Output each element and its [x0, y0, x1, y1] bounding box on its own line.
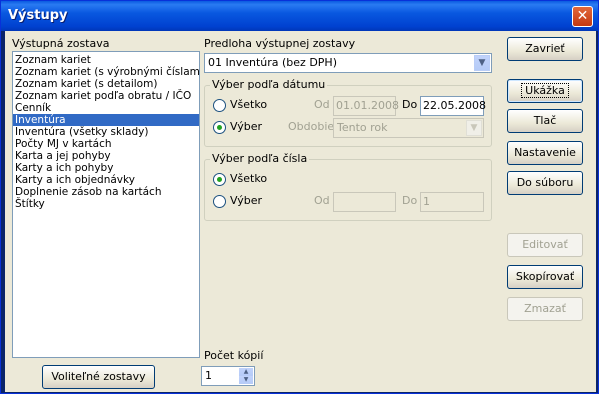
period-label: Obdobie [288, 120, 335, 133]
list-item[interactable]: Zoznam kariet (s detailom) [13, 78, 199, 90]
list-item[interactable]: Zoznam kariet [13, 54, 199, 66]
list-item[interactable]: Zoznam kariet (s výrobnými číslami) [13, 66, 199, 78]
list-item[interactable]: Karta a jej pohyby [13, 150, 199, 162]
date-from-input[interactable]: 01.01.2008 [333, 96, 399, 116]
title-bar[interactable]: Výstupy ✕ [1, 1, 598, 31]
list-item[interactable]: Karty a ich pohyby [13, 162, 199, 174]
number-to-input[interactable]: 1 [420, 192, 484, 212]
number-filter-title: Výber podľa čísla [210, 152, 310, 165]
date-filter-title: Výber podľa dátumu [210, 78, 328, 91]
list-item[interactable]: Štítky [13, 198, 199, 210]
number-select-radio[interactable] [213, 195, 226, 208]
report-list-label: Výstupná zostava [12, 37, 110, 50]
number-select-label: Výber [230, 194, 263, 207]
number-from-input[interactable] [333, 192, 396, 212]
template-select[interactable]: 01 Inventúra (bez DPH) ▼ [204, 53, 492, 73]
template-value: 01 Inventúra (bez DPH) [208, 56, 337, 69]
close-button[interactable]: Zavrieť [507, 37, 583, 61]
list-item[interactable]: Doplnenie zásob na kartách [13, 186, 199, 198]
edit-button[interactable]: Editovať [507, 233, 583, 257]
date-to-label: Do [402, 98, 418, 111]
template-label: Predloha výstupnej zostavy [204, 37, 356, 50]
delete-button[interactable]: Zmazať [507, 297, 583, 321]
number-from-label: Od [314, 194, 330, 207]
chevron-down-icon[interactable]: ▼ [474, 55, 490, 71]
spin-up-icon[interactable]: ▲ [239, 368, 253, 376]
settings-button[interactable]: Nastavenie [507, 141, 583, 165]
number-all-radio[interactable] [213, 173, 226, 186]
list-item[interactable]: Karty a ich objednávky [13, 174, 199, 186]
to-file-button[interactable]: Do súboru [507, 171, 583, 195]
list-item[interactable]: Inventúra (všetky sklady) [13, 126, 199, 138]
date-to-input[interactable]: 22.05.2008 [420, 96, 486, 116]
copies-stepper[interactable]: 1 ▲ ▼ [201, 366, 255, 386]
copies-value: 1 [205, 369, 212, 382]
copies-label: Počet kópií [204, 349, 264, 362]
dialog-body: Výstupná zostava Zoznam kariet Zoznam kar… [5, 31, 596, 392]
date-select-radio[interactable] [213, 121, 226, 134]
window-title: Výstupy [8, 8, 68, 23]
report-list[interactable]: Zoznam kariet Zoznam kariet (s výrobnými … [12, 51, 200, 358]
period-value: Tento rok [337, 121, 388, 134]
preview-button[interactable]: Ukážka [507, 79, 583, 103]
list-item[interactable]: Zoznam kariet podľa obratu / IČO [13, 90, 199, 102]
date-all-label: Všetko [230, 98, 268, 111]
date-from-label: Od [314, 98, 330, 111]
print-button[interactable]: Tlač [507, 109, 583, 133]
copy-button[interactable]: Skopírovať [507, 265, 583, 289]
optional-reports-button[interactable]: Voliteľné zostavy [42, 365, 155, 389]
number-to-label: Do [402, 194, 418, 207]
chevron-down-icon: ▼ [466, 120, 482, 136]
number-all-label: Všetko [230, 172, 268, 185]
close-window-button[interactable]: ✕ [572, 6, 593, 27]
spin-down-icon[interactable]: ▼ [239, 376, 253, 384]
date-all-radio[interactable] [213, 99, 226, 112]
date-select-label: Výber [230, 120, 263, 133]
list-item[interactable]: Cenník [13, 102, 199, 114]
list-item[interactable]: Inventúra [13, 114, 199, 126]
list-item[interactable]: Počty MJ v kartách [13, 138, 199, 150]
dialog-window: Výstupy ✕ Výstupná zostava Zoznam kariet… [0, 0, 599, 394]
period-select[interactable]: Tento rok ▼ [333, 118, 484, 138]
